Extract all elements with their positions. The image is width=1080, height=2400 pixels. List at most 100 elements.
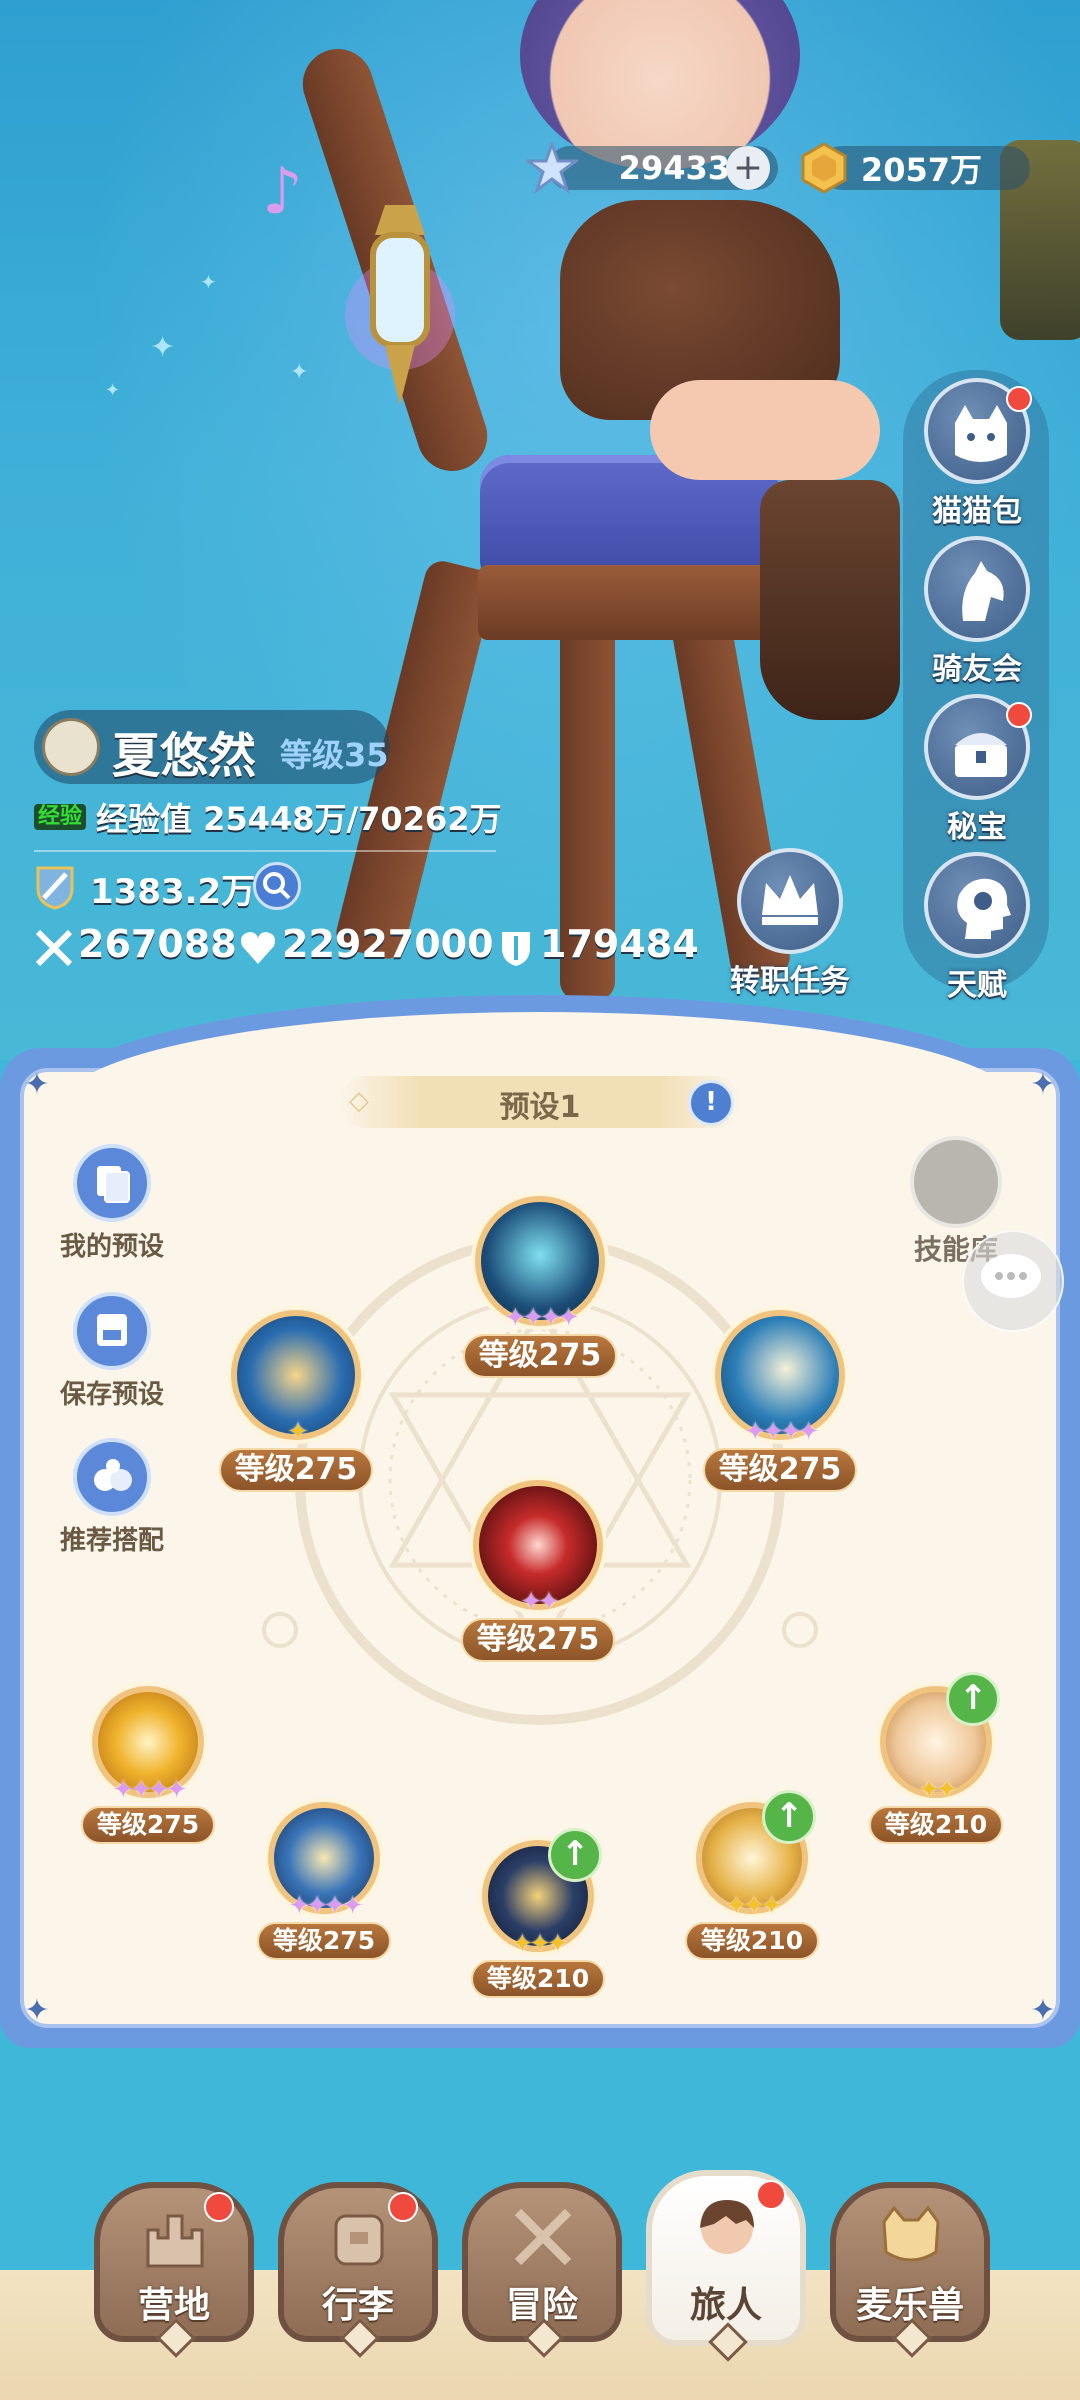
skill-level: 等级210 [470, 1960, 606, 1998]
chat-icon [981, 1254, 1041, 1298]
corner-ornament-icon: ✦ [1030, 1993, 1056, 2028]
skill-stars: ✦✦✦ [725, 1891, 782, 1921]
treasure-chest-icon [955, 733, 1007, 777]
nav-traveler[interactable]: 旅人 [646, 2170, 806, 2362]
skill-stars: ✦✦ [520, 1587, 560, 1617]
side-menu-rider-club[interactable]: 骑友会 [915, 536, 1039, 688]
side-menu-talent[interactable]: 天赋 [915, 852, 1039, 1004]
castle-icon [146, 2214, 204, 2268]
nav-luggage[interactable]: 行李 [278, 2182, 438, 2358]
heart-icon [241, 932, 275, 964]
job-change-quest-button[interactable]: 转职任务 [720, 848, 860, 1000]
side-menu-label: 骑友会 [932, 652, 1022, 687]
corner-ornament-icon: ✦ [24, 1993, 50, 2028]
notification-dot [1006, 386, 1032, 412]
preset-info-button[interactable]: ! [688, 1080, 734, 1126]
skill-level: 等级275 [702, 1448, 858, 1492]
skill-slot[interactable]: ✦✦✦✦ 等级275 [460, 1196, 620, 1378]
nav-label: 旅人 [689, 2285, 762, 2326]
skill-stars: ✦✦✦ [511, 1929, 568, 1959]
cat-bag-icon [955, 405, 1007, 462]
gold-amount: 2057万 [860, 151, 982, 189]
horse-head-icon [962, 561, 1004, 621]
music-note-icon: ♪ [262, 155, 303, 229]
upgrade-arrow-icon[interactable]: ↑ [762, 1790, 816, 1844]
skill-stars: ✦✦✦✦ [744, 1417, 819, 1447]
recommend-icon [94, 1459, 132, 1491]
recommend-build-button[interactable]: 推荐搭配 [42, 1438, 182, 1557]
nav-pet[interactable]: 麦乐兽 [830, 2182, 990, 2358]
skill-stars: ✦✦ [918, 1775, 958, 1805]
notification-dot [204, 2192, 234, 2222]
save-preset-button[interactable]: 保存预设 [42, 1292, 182, 1411]
search-icon [263, 872, 291, 900]
preset-name: 预设1 [499, 1090, 581, 1125]
exp-tag: 经验 [34, 804, 87, 830]
skill-slot[interactable]: ✦✦ 等级275 [458, 1480, 618, 1662]
sparkle-icon: ✦ [290, 360, 309, 385]
sparkle-icon: ✦ [150, 330, 176, 365]
sparkle-icon: ✦ [105, 380, 121, 401]
notification-dot [756, 2180, 786, 2210]
my-preset-label: 我的预设 [59, 1232, 164, 1262]
defense-stat: 179484 [540, 922, 699, 966]
player-name: 夏悠然 [112, 728, 257, 784]
skill-level: 等级275 [80, 1806, 216, 1844]
nav-camp[interactable]: 营地 [94, 2182, 254, 2358]
traveler-avatar-icon [700, 2200, 754, 2254]
skill-level: 等级210 [868, 1806, 1004, 1844]
crossed-swords-icon [514, 2208, 572, 2266]
side-menu-treasure[interactable]: 秘宝 [915, 694, 1039, 846]
star-currency-icon [526, 142, 578, 194]
lantern-icon [345, 205, 455, 405]
save-preset-label: 保存预设 [59, 1380, 164, 1410]
backpack-icon [334, 2214, 384, 2266]
side-menu-label: 猫猫包 [932, 494, 1022, 529]
job-change-quest-label: 转职任务 [730, 964, 850, 999]
attack-stat: 267088 [78, 922, 237, 966]
side-menu-label: 天赋 [947, 968, 1007, 1003]
divider [34, 850, 496, 852]
skill-stars: ✦✦✦✦ [112, 1775, 187, 1805]
save-icon [97, 1314, 127, 1346]
skill-slot[interactable]: ✦ 等级275 [216, 1310, 376, 1492]
notification-dot [388, 2192, 418, 2222]
upgrade-arrow-icon[interactable]: ↑ [946, 1672, 1000, 1726]
character-boot [760, 480, 900, 720]
player-level: 等级35 [280, 736, 389, 774]
combat-power: 1383.2万 [90, 872, 256, 912]
chair-base [478, 565, 778, 640]
skill-level: 等级275 [256, 1922, 392, 1960]
notification-dot [1006, 702, 1032, 728]
skill-level: 等级275 [218, 1448, 374, 1492]
nav-adventure[interactable]: 冒险 [462, 2182, 622, 2358]
cat-face-icon [882, 2205, 940, 2262]
upgrade-arrow-icon[interactable]: ↑ [548, 1828, 602, 1882]
skill-level: 等级275 [460, 1618, 616, 1662]
crown-icon [762, 875, 818, 925]
add-currency-button[interactable]: + [726, 146, 770, 190]
brain-head-icon [957, 878, 1011, 939]
player-name-pill[interactable]: 夏悠然 等级35 [34, 710, 390, 784]
skill-slot[interactable]: ✦✦✦✦ 等级275 [700, 1310, 860, 1492]
my-preset-button[interactable]: 我的预设 [42, 1144, 182, 1263]
cards-icon [97, 1166, 130, 1203]
exp-value: 经验值 25448万/70262万 [96, 800, 502, 838]
corner-ornament-icon: ✦ [24, 1067, 50, 1102]
character-legs [650, 380, 880, 480]
skill-stars: ✦✦✦✦ [288, 1891, 363, 1921]
side-menu-cat-bag[interactable]: 猫猫包 [915, 378, 1039, 530]
power-detail-button[interactable] [253, 862, 301, 910]
skill-slot[interactable]: ✦✦✦✦ 等级275 [80, 1686, 216, 1844]
side-menu-label: 秘宝 [947, 810, 1007, 845]
recommend-build-label: 推荐搭配 [59, 1526, 164, 1556]
star-amount: 29433 [618, 149, 730, 187]
chat-button[interactable] [962, 1230, 1064, 1332]
player-emblem-icon [42, 718, 100, 776]
skill-stars: ✦✦✦✦ [504, 1303, 579, 1333]
skill-level: 等级275 [462, 1334, 618, 1378]
shield-icon [502, 932, 530, 966]
skill-slot[interactable]: ✦✦✦✦ 等级275 [256, 1802, 392, 1960]
gold-currency: 2057万 [801, 142, 1030, 194]
crossed-swords-icon [35, 929, 73, 967]
